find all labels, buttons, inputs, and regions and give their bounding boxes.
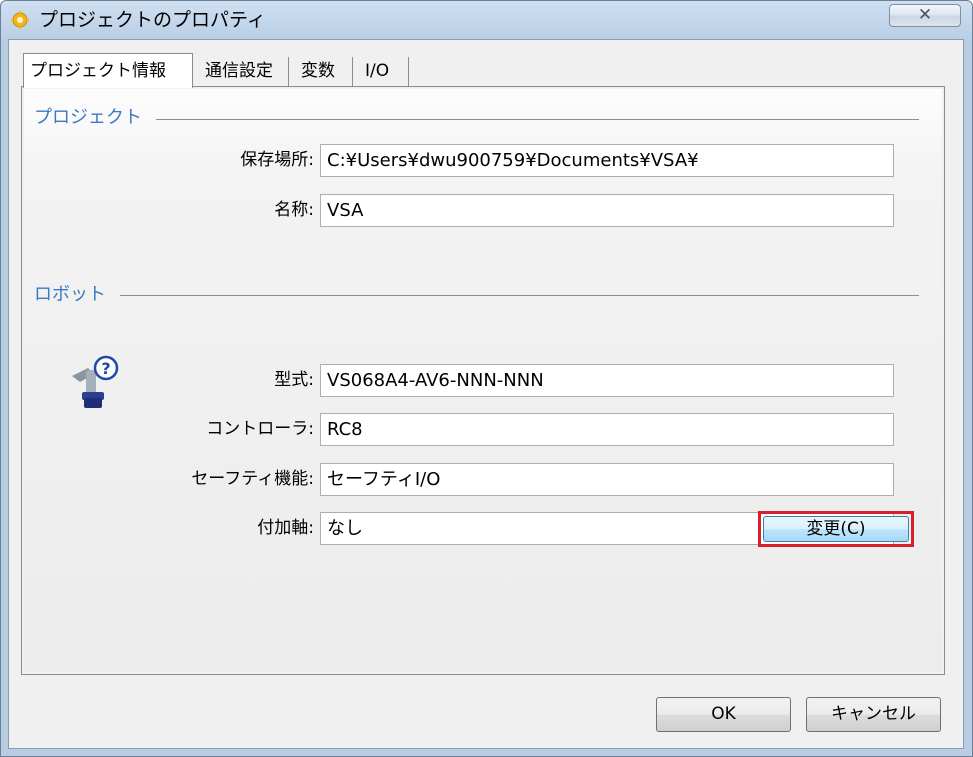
location-field[interactable]: C:¥Users¥dwu900759¥Documents¥VSA¥ bbox=[320, 144, 894, 177]
controller-label: コントローラ: bbox=[206, 419, 314, 439]
change-button[interactable]: 変更(C) bbox=[763, 516, 909, 542]
dialog-body: プロジェクト情報 通信設定 変数 I/O プロジェクト 保存場所: C:¥Use… bbox=[8, 39, 964, 749]
controller-field[interactable]: RC8 bbox=[320, 413, 894, 446]
tab-variables[interactable]: 変数 bbox=[295, 57, 353, 87]
change-button-highlight: 変更(C) bbox=[758, 511, 914, 547]
group-title-robot: ロボット bbox=[34, 284, 106, 305]
close-button[interactable]: ✕ bbox=[889, 4, 961, 27]
tab-communication[interactable]: 通信設定 bbox=[199, 57, 289, 87]
project-properties-dialog: プロジェクトのプロパティ ✕ プロジェクト情報 通信設定 変数 I/O プロジェ… bbox=[0, 0, 973, 757]
location-label: 保存場所: bbox=[240, 150, 314, 170]
robot-arm-help-icon: ? bbox=[72, 355, 119, 408]
close-icon: ✕ bbox=[917, 5, 933, 25]
ok-button[interactable]: OK bbox=[656, 697, 791, 732]
group-divider-project bbox=[156, 119, 919, 120]
gear-icon bbox=[11, 11, 29, 29]
tab-label: I/O bbox=[365, 61, 390, 81]
safety-function-label: セーフティ機能: bbox=[191, 469, 314, 489]
group-divider-robot bbox=[120, 295, 919, 296]
model-label: 型式: bbox=[274, 370, 314, 390]
tab-project-info[interactable]: プロジェクト情報 bbox=[23, 53, 193, 88]
tab-io[interactable]: I/O bbox=[359, 57, 409, 87]
name-label: 名称: bbox=[274, 200, 314, 220]
tab-label: 通信設定 bbox=[205, 61, 273, 81]
group-title-project: プロジェクト bbox=[34, 107, 142, 128]
title-bar[interactable]: プロジェクトのプロパティ ✕ bbox=[1, 1, 972, 39]
safety-function-field[interactable]: セーフティI/O bbox=[320, 463, 894, 496]
panel-inner: プロジェクト 保存場所: C:¥Users¥dwu900759¥Document… bbox=[24, 89, 942, 672]
window-title: プロジェクトのプロパティ bbox=[39, 9, 266, 31]
svg-text:?: ? bbox=[101, 359, 110, 378]
tab-panel-project-info: プロジェクト 保存場所: C:¥Users¥dwu900759¥Document… bbox=[21, 86, 945, 675]
model-field[interactable]: VS068A4-AV6-NNN-NNN bbox=[320, 364, 894, 397]
additional-axis-label: 付加軸: bbox=[257, 518, 314, 538]
tab-label: 変数 bbox=[301, 61, 335, 81]
tab-label: プロジェクト情報 bbox=[30, 61, 166, 81]
name-field[interactable]: VSA bbox=[320, 194, 894, 227]
cancel-button[interactable]: キャンセル bbox=[806, 697, 941, 732]
